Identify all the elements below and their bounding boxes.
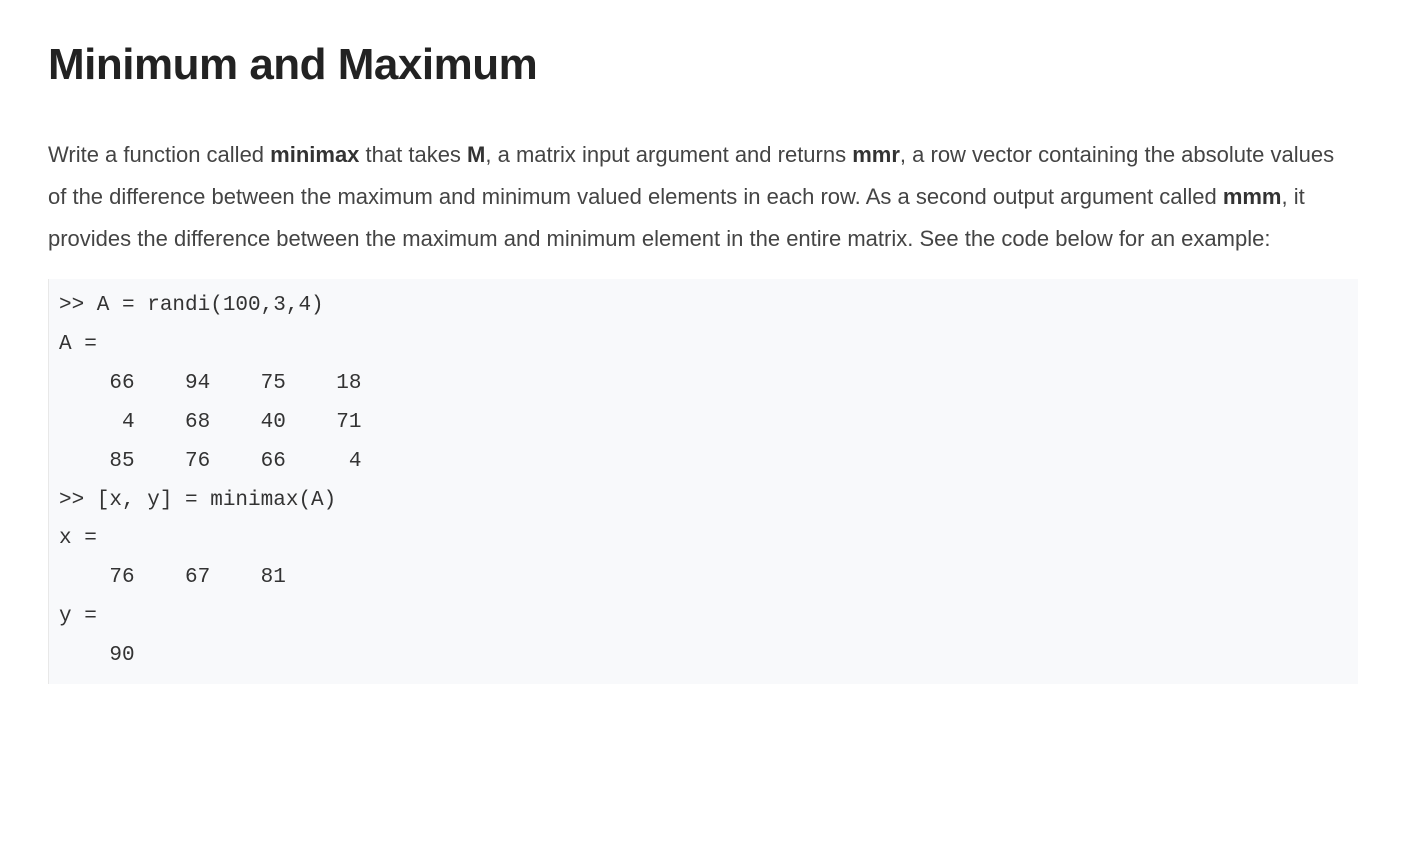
desc-bold-mmm: mmm xyxy=(1223,184,1282,209)
code-example: >> A = randi(100,3,4) A = 66 94 75 18 4 … xyxy=(48,279,1358,683)
desc-bold-m: M xyxy=(467,142,485,167)
desc-text-3: , a matrix input argument and returns xyxy=(485,142,852,167)
problem-description: Write a function called minimax that tak… xyxy=(48,134,1358,259)
page-title: Minimum and Maximum xyxy=(48,40,1358,90)
desc-text-1: Write a function called xyxy=(48,142,270,167)
desc-bold-minimax: minimax xyxy=(270,142,359,167)
desc-text-2: that takes xyxy=(359,142,467,167)
desc-bold-mmr: mmr xyxy=(852,142,900,167)
